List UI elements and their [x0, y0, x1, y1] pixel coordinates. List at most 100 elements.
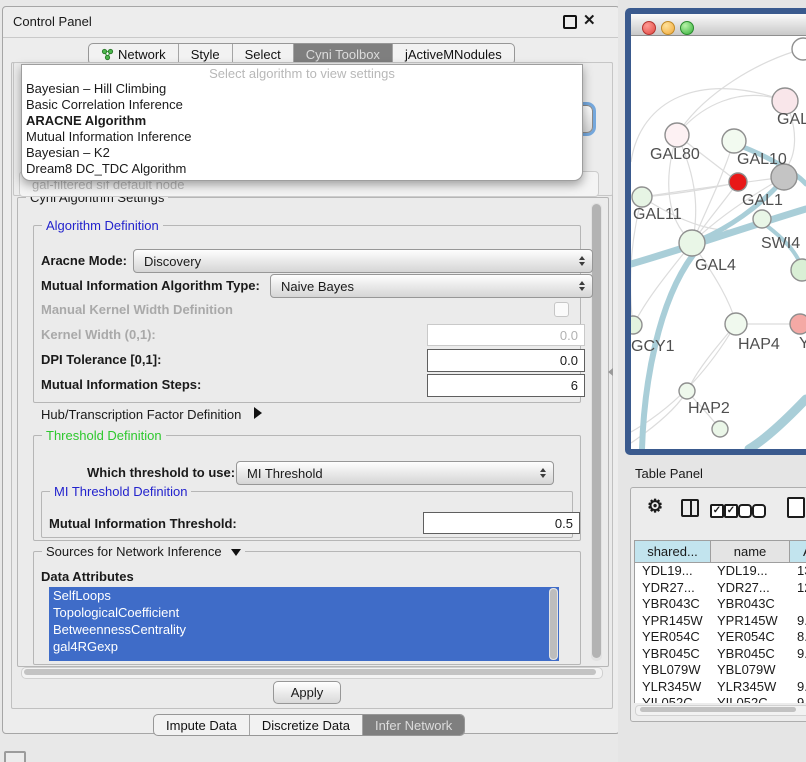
table-row[interactable]: YDL19...YDL19...13 — [635, 563, 806, 580]
bottom-tabbar: Impute Data Discretize Data Infer Networ… — [153, 714, 465, 736]
table-row[interactable]: YBR043CYBR043C — [635, 596, 806, 613]
attribute-item[interactable]: gal4RGexp — [49, 638, 559, 655]
dpi-tolerance-field[interactable]: 0.0 — [427, 349, 585, 372]
docked-window-icon[interactable] — [4, 751, 26, 762]
network-node[interactable] — [753, 210, 771, 228]
header-label: shared... — [647, 544, 698, 559]
unchecked-checkbox-icon[interactable] — [738, 504, 752, 518]
split-pane-icon[interactable] — [681, 499, 699, 517]
group-title: MI Threshold Definition — [50, 484, 191, 499]
checked-checkbox-icon[interactable]: ✓ — [724, 504, 738, 518]
node-label: GAL80 — [650, 146, 700, 163]
document-icon[interactable] — [787, 497, 805, 518]
aracne-mode-combo[interactable]: Discovery — [133, 249, 593, 273]
algorithm-option[interactable]: Bayesian – Hill Climbing — [22, 81, 582, 97]
table-horizontal-scrollbar[interactable] — [635, 705, 806, 716]
algorithm-option[interactable]: Dream8 DC_TDC Algorithm — [22, 161, 582, 177]
table-panel: ⚙ ✓ ✓ shared... name A YDL19...YDL19...1… — [630, 487, 806, 722]
aracne-mode-label: Aracne Mode: — [41, 253, 127, 268]
mi-threshold-field[interactable]: 0.5 — [423, 512, 580, 534]
node-label: Y — [799, 335, 806, 352]
tab-label: Network — [118, 47, 166, 62]
apply-button[interactable]: Apply — [273, 681, 341, 704]
attributes-scrollbar[interactable] — [549, 588, 558, 660]
minimize-traffic-light-icon[interactable] — [661, 21, 675, 35]
network-node-selected[interactable] — [729, 173, 747, 191]
table-row[interactable]: YIL052CYIL052C9. — [635, 695, 806, 703]
tab-select[interactable]: Select — [232, 44, 293, 64]
splitter-handle[interactable] — [608, 368, 613, 376]
node-label: GAL10 — [737, 151, 787, 168]
hub-definition-toggle[interactable]: Hub/Transcription Factor Definition — [41, 407, 262, 422]
algorithm-option-selected[interactable]: ARACNE Algorithm — [22, 113, 582, 129]
network-node[interactable] — [631, 316, 642, 334]
column-header-name[interactable]: name — [711, 541, 790, 563]
network-node[interactable] — [791, 259, 806, 281]
which-threshold-combo[interactable]: MI Threshold — [236, 461, 554, 485]
column-header-partial[interactable]: A — [790, 541, 806, 563]
table-row[interactable]: YBL079WYBL079W — [635, 662, 806, 679]
settings-vertical-scrollbar[interactable] — [591, 203, 602, 661]
control-panel-window: Control Panel ✕ Network Style Select Cyn… — [2, 6, 620, 734]
algorithm-option[interactable]: Bayesian – K2 — [22, 145, 582, 161]
kernel-width-field[interactable]: 0.0 — [427, 324, 585, 346]
apply-label: Apply — [291, 685, 324, 700]
scrollbar-thumb[interactable] — [640, 707, 796, 712]
application-root: Control Panel ✕ Network Style Select Cyn… — [0, 0, 806, 762]
tab-label: Impute Data — [166, 718, 237, 733]
close-icon[interactable]: ✕ — [583, 15, 595, 27]
network-node[interactable] — [665, 123, 689, 147]
algorithm-option[interactable]: Mutual Information Inference — [22, 129, 582, 145]
tab-style[interactable]: Style — [178, 44, 232, 64]
which-threshold-label: Which threshold to use: — [87, 465, 235, 480]
scrollbar-thumb[interactable] — [24, 669, 596, 675]
tab-impute-data[interactable]: Impute Data — [154, 715, 249, 735]
network-canvas[interactable]: GAL GAL80 GAL10 GAL1 GAL11 SWI4 GAL4 GCY… — [631, 36, 806, 449]
network-node[interactable] — [679, 230, 705, 256]
network-node[interactable] — [725, 313, 747, 335]
panel-title: Control Panel — [13, 14, 92, 29]
attribute-item[interactable]: TopologicalCoefficient — [49, 604, 559, 621]
tab-network[interactable]: Network — [89, 44, 178, 64]
node-label: GCY1 — [631, 338, 675, 355]
network-window-titlebar[interactable] — [631, 14, 806, 36]
mi-type-combo[interactable]: Naive Bayes — [270, 274, 593, 298]
tab-discretize-data[interactable]: Discretize Data — [249, 715, 362, 735]
network-node[interactable] — [790, 314, 806, 334]
tab-cyni-toolbox[interactable]: Cyni Toolbox — [293, 44, 392, 64]
settings-horizontal-scrollbar[interactable] — [21, 667, 603, 679]
attribute-item[interactable]: BetweennessCentrality — [49, 621, 559, 638]
close-traffic-light-icon[interactable] — [642, 21, 656, 35]
mi-steps-field[interactable]: 6 — [427, 374, 585, 397]
scrollbar-thumb[interactable] — [592, 204, 601, 658]
scrollbar-thumb[interactable] — [550, 589, 557, 659]
network-node[interactable] — [792, 38, 806, 60]
group-title: Algorithm Definition — [42, 218, 163, 233]
checked-checkbox-icon[interactable]: ✓ — [710, 504, 724, 518]
attribute-item[interactable]: SelfLoops — [49, 587, 559, 604]
float-window-icon[interactable] — [563, 15, 577, 29]
algorithm-option[interactable]: Basic Correlation Inference — [22, 97, 582, 113]
network-node[interactable] — [722, 129, 746, 153]
network-node[interactable] — [632, 187, 652, 207]
mi-threshold-label: Mutual Information Threshold: — [49, 516, 237, 531]
tab-infer-network[interactable]: Infer Network — [362, 715, 464, 735]
unchecked-checkbox-icon[interactable] — [752, 504, 766, 518]
dpi-tolerance-label: DPI Tolerance [0,1]: — [41, 352, 161, 367]
network-node[interactable] — [712, 421, 728, 437]
node-label: SWI4 — [761, 235, 800, 252]
manual-kernel-checkbox[interactable] — [554, 302, 569, 317]
table-row[interactable]: YBR045CYBR045C9. — [635, 646, 806, 663]
tab-jactivemnodules[interactable]: jActiveMNodules — [392, 44, 514, 64]
table-row[interactable]: YDR27...YDR27...12 — [635, 580, 806, 597]
table-row[interactable]: YLR345WYLR345W9. — [635, 679, 806, 696]
network-icon — [101, 48, 114, 61]
stepper-icon — [579, 256, 585, 266]
gear-icon[interactable]: ⚙ — [647, 496, 663, 517]
table-row[interactable]: YER054CYER054C8. — [635, 629, 806, 646]
network-node[interactable] — [679, 383, 695, 399]
sources-toggle[interactable]: Sources for Network Inference — [42, 544, 245, 559]
column-header-shared-name[interactable]: shared... — [635, 541, 711, 563]
table-row[interactable]: YPR145WYPR145W9. — [635, 613, 806, 630]
zoom-traffic-light-icon[interactable] — [680, 21, 694, 35]
